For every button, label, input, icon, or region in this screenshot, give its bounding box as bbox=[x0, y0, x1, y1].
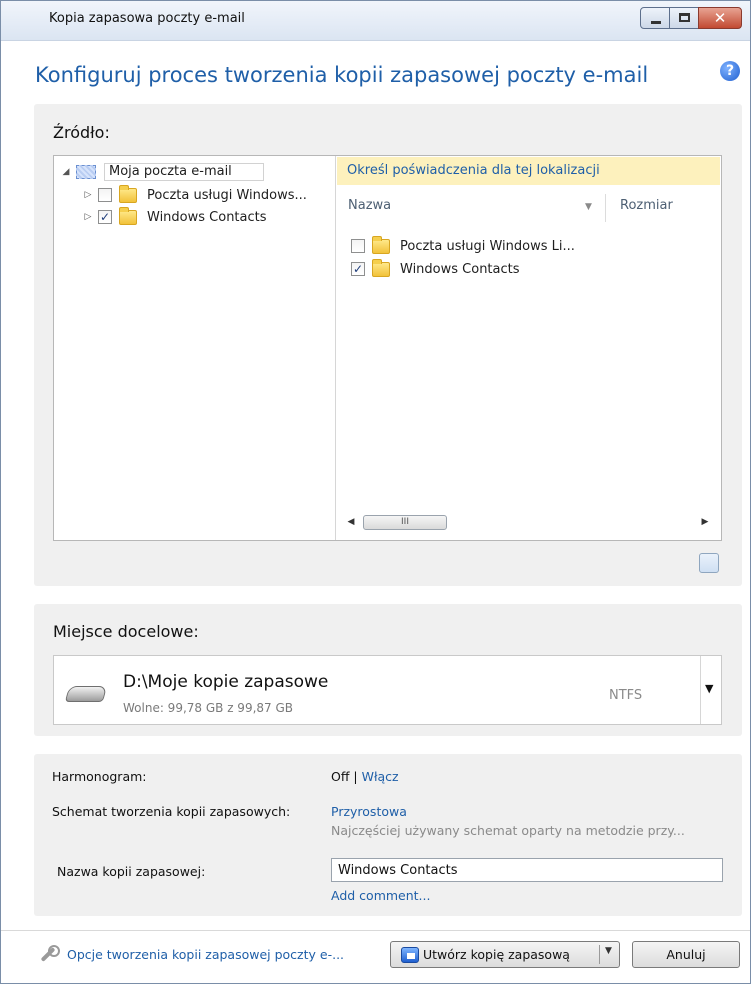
folder-icon bbox=[119, 184, 137, 203]
backup-name-label: Nazwa kopii zapasowej: bbox=[57, 864, 206, 879]
column-divider[interactable] bbox=[605, 194, 606, 222]
window-controls: ✕ bbox=[640, 7, 742, 29]
tree-item-root[interactable]: ◢ Moja poczta e-mail bbox=[60, 162, 264, 182]
folder-icon bbox=[372, 258, 390, 277]
destination-selector[interactable]: D:\Moje kopie zapasowe Wolne: 99,78 GB z… bbox=[53, 655, 722, 725]
list-item[interactable]: Poczta usługi Windows Li... bbox=[351, 235, 575, 256]
close-button[interactable]: ✕ bbox=[698, 7, 742, 29]
schedule-value: Off | Włącz bbox=[331, 769, 399, 784]
small-square-button[interactable] bbox=[699, 553, 719, 573]
schedule-enable-link[interactable]: Włącz bbox=[362, 769, 399, 784]
help-icon[interactable]: ? bbox=[720, 61, 740, 81]
tree-item-windows-contacts[interactable]: ▷ ✓ Windows Contacts bbox=[82, 206, 267, 227]
chevron-down-icon[interactable]: ▼ bbox=[705, 682, 713, 695]
cancel-button[interactable]: Anuluj bbox=[632, 941, 740, 968]
backup-icon bbox=[401, 946, 419, 963]
scroll-right-icon[interactable]: ▶ bbox=[697, 513, 713, 531]
folder-icon bbox=[372, 235, 390, 254]
scheme-description: Najczęściej używany schemat oparty na me… bbox=[331, 823, 685, 838]
split-divider bbox=[599, 945, 600, 964]
mail-icon bbox=[76, 165, 96, 179]
chevron-down-icon[interactable]: ▼ bbox=[605, 946, 612, 956]
wrench-icon bbox=[39, 945, 60, 963]
tree-item-label: Moja poczta e-mail bbox=[104, 163, 264, 181]
scheme-label: Schemat tworzenia kopii zapasowych: bbox=[52, 804, 291, 819]
destination-path: D:\Moje kopie zapasowe bbox=[123, 672, 329, 692]
expand-icon[interactable]: ▷ bbox=[82, 190, 94, 200]
list-item-label: Windows Contacts bbox=[400, 261, 520, 277]
schedule-label: Harmonogram: bbox=[52, 769, 147, 784]
dropdown-divider bbox=[700, 656, 701, 724]
tree-item-label: Poczta usługi Windows... bbox=[147, 187, 307, 203]
credentials-info-bar[interactable]: Określ poświadczenia dla tej lokalizacji bbox=[337, 157, 720, 185]
source-panel: Źródło: ◢ Moja poczta e-mail ▷ Poczta us… bbox=[34, 104, 742, 586]
scheme-link[interactable]: Przyrostowa bbox=[331, 804, 407, 819]
backup-options-link[interactable]: Opcje tworzenia kopii zapasowej poczty e… bbox=[39, 945, 344, 963]
list-item[interactable]: ✓ Windows Contacts bbox=[351, 258, 520, 279]
create-backup-label: Utwórz kopię zapasową bbox=[423, 947, 570, 962]
window: Kopia zapasowa poczty e-mail ✕ Konfiguru… bbox=[0, 0, 751, 984]
file-checkbox-windows-mail[interactable] bbox=[351, 239, 365, 253]
column-header: Nazwa ▼ Rozmiar bbox=[337, 194, 720, 222]
minimize-icon bbox=[651, 21, 661, 24]
scroll-left-icon[interactable]: ◀ bbox=[343, 513, 359, 531]
folder-icon bbox=[119, 206, 137, 225]
source-label: Źródło: bbox=[53, 123, 110, 142]
maximize-icon bbox=[679, 13, 690, 22]
column-name[interactable]: Nazwa bbox=[348, 198, 391, 213]
backup-options-label: Opcje tworzenia kopii zapasowej poczty e… bbox=[67, 946, 345, 962]
column-size[interactable]: Rozmiar bbox=[620, 198, 673, 213]
horizontal-scrollbar[interactable]: ◀ III ▶ bbox=[343, 513, 713, 531]
tree-checkbox-windows-mail[interactable] bbox=[98, 188, 112, 202]
window-title: Kopia zapasowa poczty e-mail bbox=[49, 11, 245, 26]
source-tree: ◢ Moja poczta e-mail ▷ Poczta usługi Win… bbox=[54, 156, 336, 540]
sort-icon: ▼ bbox=[585, 202, 592, 212]
backup-name-input[interactable] bbox=[331, 858, 723, 882]
collapse-icon[interactable]: ◢ bbox=[60, 167, 72, 177]
title-bar[interactable]: Kopia zapasowa poczty e-mail ✕ bbox=[1, 1, 750, 41]
tree-item-windows-mail[interactable]: ▷ Poczta usługi Windows... bbox=[82, 184, 307, 205]
drive-icon bbox=[64, 686, 108, 702]
maximize-button[interactable] bbox=[669, 7, 699, 29]
bottom-bar: Opcje tworzenia kopii zapasowej poczty e… bbox=[1, 930, 750, 983]
options-panel: Harmonogram: Off | Włącz Schemat tworzen… bbox=[34, 754, 742, 916]
schedule-status: Off | bbox=[331, 769, 362, 784]
tree-checkbox-windows-contacts[interactable]: ✓ bbox=[98, 210, 112, 224]
file-list-pane: Określ poświadczenia dla tej lokalizacji… bbox=[337, 156, 721, 540]
minimize-button[interactable] bbox=[640, 7, 670, 29]
destination-filesystem: NTFS bbox=[609, 688, 643, 703]
list-item-label: Poczta usługi Windows Li... bbox=[400, 238, 575, 254]
tree-item-label: Windows Contacts bbox=[147, 209, 267, 225]
scroll-thumb[interactable]: III bbox=[363, 515, 447, 530]
destination-label: Miejsce docelowe: bbox=[53, 622, 199, 641]
destination-panel: Miejsce docelowe: D:\Moje kopie zapasowe… bbox=[34, 604, 742, 736]
create-backup-split-button: Utwórz kopię zapasową ▼ bbox=[390, 941, 620, 968]
file-checkbox-windows-contacts[interactable]: ✓ bbox=[351, 262, 365, 276]
add-comment-link[interactable]: Add comment... bbox=[331, 888, 430, 903]
close-icon: ✕ bbox=[713, 9, 727, 27]
destination-free-space: Wolne: 99,78 GB z 99,87 GB bbox=[123, 701, 294, 715]
page-title: Konfiguruj proces tworzenia kopii zapaso… bbox=[35, 63, 649, 87]
source-box: ◢ Moja poczta e-mail ▷ Poczta usługi Win… bbox=[53, 155, 722, 541]
expand-icon[interactable]: ▷ bbox=[82, 212, 94, 222]
create-backup-button[interactable]: Utwórz kopię zapasową bbox=[391, 942, 599, 967]
